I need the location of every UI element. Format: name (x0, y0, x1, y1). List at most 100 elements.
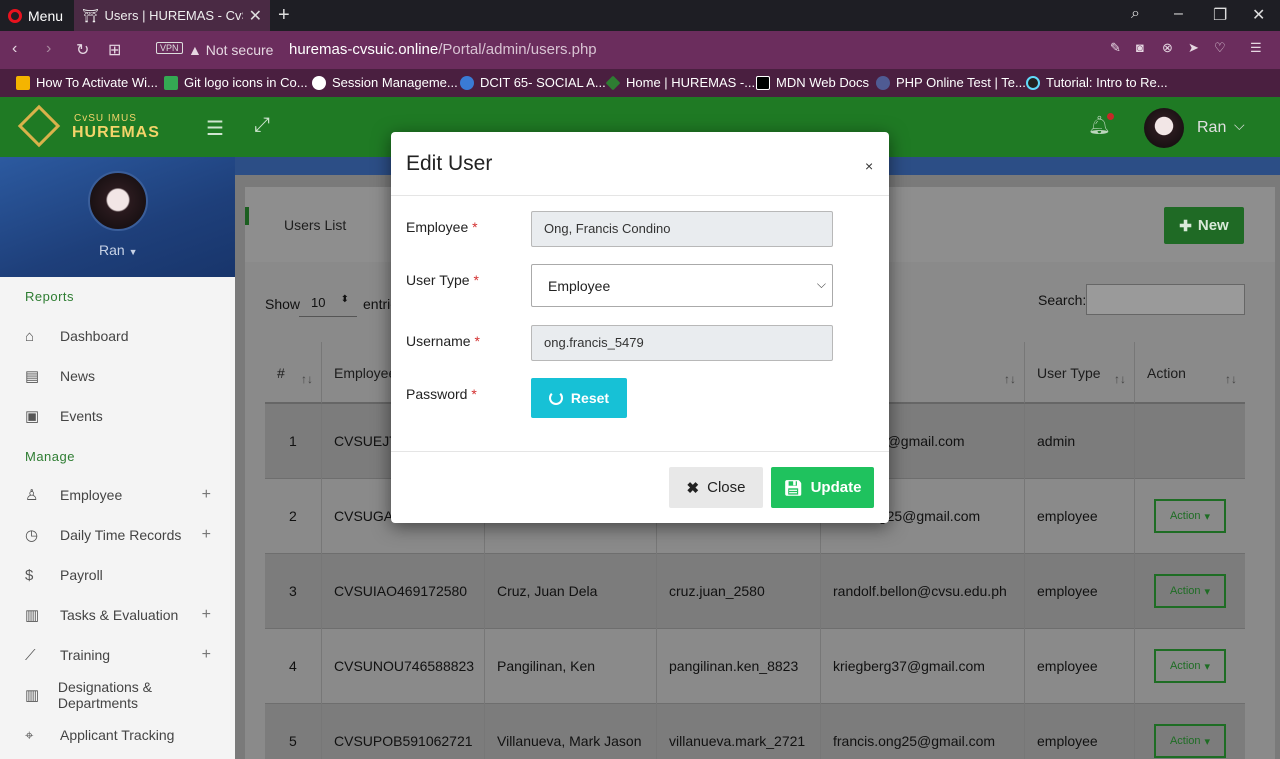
close-button-label: Close (707, 479, 746, 496)
huremas-logo[interactable]: CvSU IMUS HUREMAS (17, 104, 164, 149)
reset-password-button[interactable]: Reset (531, 378, 627, 418)
column-header-user-type[interactable]: User Type ↑↓ (1025, 342, 1135, 404)
expand-plus-icon[interactable]: + (202, 646, 211, 664)
bookmark-label: DCIT 65- SOCIAL A... (480, 75, 606, 90)
edit-icon[interactable]: ✎ (1110, 40, 1121, 56)
crosshair-icon: ⌖ (25, 726, 34, 744)
sidebar-item-events[interactable]: ▣ Events (25, 404, 225, 428)
sidebar-avatar[interactable] (88, 171, 148, 231)
sidebar-item-daily-time-records[interactable]: ◷ Daily Time Records + (25, 523, 225, 547)
row-action-button[interactable]: Action ▾ (1154, 574, 1226, 608)
employee-field[interactable]: Ong, Francis Condino (531, 211, 833, 247)
table-row: 4 CVSUNOU746588823 Pangilinan, Ken pangi… (265, 629, 1245, 704)
sidebar-item-applicant-tracking[interactable]: ⌖ Applicant Tracking (25, 723, 225, 747)
chevron-down-icon: ⌵ (816, 277, 826, 291)
row-number: 2 (265, 479, 322, 554)
opera-menu-button[interactable]: Menu (8, 6, 63, 26)
close-button[interactable]: ✖ Close (669, 467, 763, 508)
forward-icon[interactable]: › (46, 40, 51, 58)
bookmark-item[interactable]: Git logo icons in Co... (164, 75, 308, 90)
column-header-label: # (277, 365, 285, 381)
bookmark-item[interactable]: How To Activate Wi... (16, 75, 158, 90)
send-icon[interactable]: ➤ (1188, 40, 1199, 56)
back-icon[interactable]: ‹ (12, 40, 17, 58)
action-label: Action (1169, 510, 1201, 522)
heart-icon[interactable]: ♡ (1214, 40, 1226, 56)
sort-icon: ↑↓ (1225, 372, 1237, 386)
new-tab-icon[interactable]: + (278, 4, 290, 27)
bookmark-favicon-icon (460, 75, 474, 90)
easy-setup-icon[interactable]: ☰ (1250, 40, 1262, 56)
select-arrows-icon: ⬍ (340, 294, 349, 305)
new-user-button[interactable]: ✚ New (1164, 207, 1244, 244)
row-number: 3 (265, 554, 322, 629)
bookmark-item[interactable]: MDN Web Docs (756, 75, 869, 90)
opera-logo-icon (8, 9, 22, 23)
sidebar-item-label: Employee (60, 487, 123, 503)
username-field[interactable]: ong.francis_5479 (531, 325, 833, 361)
reload-icon[interactable]: ↻ (76, 40, 89, 60)
required-mark: * (474, 333, 480, 349)
sidebar-item-tasks-evaluation[interactable]: ▥ Tasks & Evaluation + (25, 603, 225, 627)
action-label: Action (1169, 735, 1201, 747)
sidebar: Ran ▼ Reports ⌂ Dashboard ▤ News ▣ Events M… (0, 157, 235, 759)
row-action-button[interactable]: Action ▾ (1154, 724, 1226, 758)
user-type-select[interactable]: Employee ⌵ (531, 264, 833, 307)
bookmark-item[interactable]: DCIT 65- SOCIAL A... (460, 75, 606, 90)
block-icon[interactable]: ⊗ (1162, 40, 1173, 56)
search-input[interactable] (1086, 284, 1245, 315)
row-number: 5 (265, 704, 322, 759)
expand-plus-icon[interactable]: + (202, 526, 211, 544)
avatar[interactable] (1144, 108, 1184, 148)
modal-header-divider (391, 195, 889, 196)
vpn-badge[interactable]: VPN (156, 42, 183, 54)
modal-close-icon[interactable]: × (865, 158, 873, 174)
plus-icon: ✚ (1179, 217, 1192, 235)
bookmark-item[interactable]: Tutorial: Intro to Re... (1026, 75, 1168, 90)
user-type-label: User Type * (406, 272, 479, 288)
update-button-label: Update (810, 479, 862, 496)
row-employee-id: CVSUIAO469172580 (322, 554, 485, 629)
user-type-label-text: User Type (406, 272, 470, 288)
fullscreen-icon[interactable]: ⤢ (254, 114, 270, 137)
window-close-icon[interactable]: ✕ (1252, 5, 1265, 25)
bookmark-item[interactable]: PHP Online Test | Te... (876, 75, 1026, 90)
browser-tab-active[interactable]: ⛩ Users | HUREMAS - CvSU Ir ✕ (74, 0, 270, 31)
sidebar-item-employee[interactable]: ♙ Employee + (25, 483, 225, 507)
column-header-action[interactable]: Action ↑↓ (1135, 342, 1245, 404)
close-tab-icon[interactable]: ✕ (249, 6, 262, 26)
entries-select[interactable]: 10 ⬍ (299, 287, 357, 317)
username-label: Username * (406, 333, 480, 349)
column-header-number[interactable]: # ↑↓ (265, 342, 322, 404)
security-indicator[interactable]: ▲ Not secure (188, 42, 273, 58)
bookmark-item[interactable]: Session Manageme... (312, 75, 458, 90)
sort-icon: ↑↓ (301, 372, 313, 386)
action-label: Action (1169, 585, 1201, 597)
notification-bell-icon[interactable]: 🔔︎ (1088, 113, 1114, 136)
chevron-down-icon[interactable]: ⌵ (1234, 117, 1245, 134)
sidebar-item-designations-departments[interactable]: ▥ Designations & Departments (25, 679, 225, 711)
sidebar-item-payroll[interactable]: $ Payroll (25, 563, 225, 587)
restore-icon[interactable]: ❐ (1213, 5, 1227, 25)
hamburger-menu-icon[interactable]: ☰ (206, 116, 224, 141)
expand-plus-icon[interactable]: + (202, 606, 211, 624)
minimize-icon[interactable]: – (1174, 5, 1183, 23)
row-action-button[interactable]: Action ▾ (1154, 499, 1226, 533)
sidebar-item-dashboard[interactable]: ⌂ Dashboard (25, 324, 225, 348)
url-field[interactable]: huremas-cvsuic.online/Portal/admin/users… (289, 41, 597, 58)
sidebar-user-menu[interactable]: Ran ▼ (99, 242, 138, 258)
user-name[interactable]: Ran (1197, 119, 1226, 137)
expand-plus-icon[interactable]: + (202, 486, 211, 504)
bookmark-item[interactable]: Home | HUREMAS -... (605, 75, 755, 90)
bookmark-favicon-icon (756, 75, 770, 90)
camera-icon[interactable]: ◙ (1136, 40, 1144, 55)
sidebar-item-training[interactable]: ⟋ Training + (25, 643, 225, 667)
sidebar-item-label: Designations & Departments (57, 679, 152, 711)
tab-grid-icon[interactable]: ⊞ (108, 40, 121, 60)
row-email: francis.ong25@gmail.com (821, 704, 1025, 759)
update-button[interactable]: 💾︎ Update (771, 467, 874, 508)
row-action-button[interactable]: Action ▾ (1154, 649, 1226, 683)
sidebar-item-news[interactable]: ▤ News (25, 364, 225, 388)
search-tabs-icon[interactable]: ⌕ (1131, 5, 1140, 23)
close-icon: ✖ (686, 479, 700, 497)
